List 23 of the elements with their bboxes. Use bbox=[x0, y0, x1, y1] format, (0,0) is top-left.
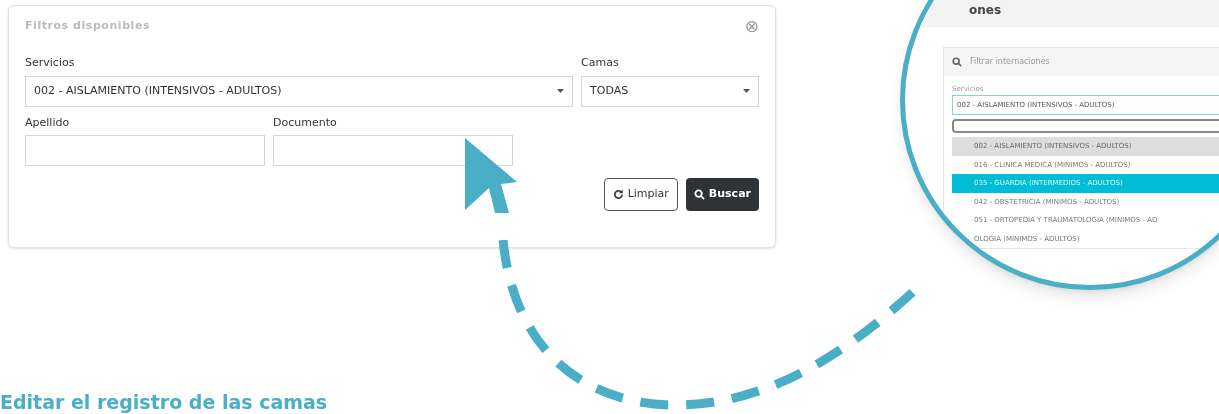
select-field[interactable]: TODAS bbox=[581, 75, 759, 107]
panel-title: Filtros disponibles bbox=[25, 18, 150, 35]
clear-button[interactable]: Limpiar bbox=[603, 178, 678, 211]
caret-icon bbox=[557, 89, 564, 93]
search-button[interactable]: Buscar bbox=[685, 178, 759, 211]
filter-search-field[interactable]: Filtrar internaciones bbox=[944, 48, 1219, 76]
text-field[interactable] bbox=[273, 135, 513, 166]
search-icon bbox=[952, 57, 962, 67]
refresh-icon bbox=[612, 189, 624, 200]
field-label: Servicios bbox=[25, 55, 76, 71]
select-field[interactable]: 002 - AISLAMIENTO (INTENSIVOS - ADULTOS) bbox=[25, 75, 573, 107]
field-label: Apellido bbox=[25, 114, 71, 131]
magnified-title: ones bbox=[969, 3, 1002, 17]
pointer-arrow-icon bbox=[465, 138, 517, 213]
caret-icon bbox=[743, 89, 750, 93]
search-icon bbox=[693, 189, 705, 200]
section-heading: Editar el registro de las camas bbox=[0, 390, 328, 413]
filter-placeholder: Filtrar internaciones bbox=[970, 56, 1050, 68]
field-label: Documento bbox=[273, 114, 338, 131]
field-label: Camas bbox=[581, 55, 620, 71]
dropdown-search-field[interactable] bbox=[952, 119, 1219, 133]
close-button[interactable]: ⊗ bbox=[744, 18, 759, 35]
text-field[interactable] bbox=[25, 135, 265, 166]
